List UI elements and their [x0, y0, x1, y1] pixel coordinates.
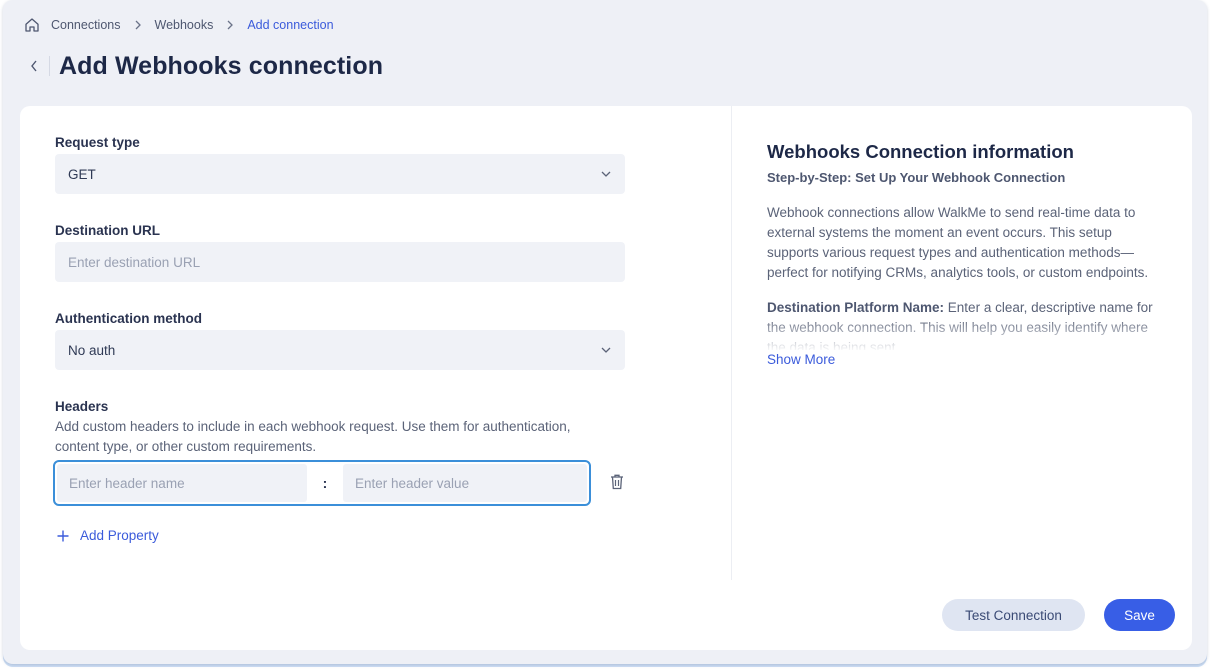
chevron-left-icon[interactable] — [25, 57, 43, 75]
header-name-input[interactable]: Enter header name — [57, 464, 307, 502]
breadcrumb-connections[interactable]: Connections — [51, 18, 121, 32]
chevron-right-icon — [131, 18, 145, 32]
info-title: Webhooks Connection information — [767, 141, 1074, 162]
platform-name-label: Destination Platform Name: — [767, 300, 945, 315]
add-property-label: Add Property — [80, 528, 159, 543]
auth-method-select[interactable]: No auth — [55, 330, 625, 370]
destination-url-label: Destination URL — [55, 223, 161, 238]
trash-icon[interactable] — [609, 473, 625, 491]
breadcrumb-webhooks[interactable]: Webhooks — [155, 18, 214, 32]
breadcrumb: Connections Webhooks Add connection — [24, 16, 334, 34]
request-type-value: GET — [68, 166, 96, 182]
chevron-down-icon — [599, 167, 613, 181]
info-subtitle: Step-by-Step: Set Up Your Webhook Connec… — [767, 170, 1066, 185]
header-value-placeholder: Enter header value — [355, 475, 470, 491]
request-type-select[interactable]: GET — [55, 154, 625, 194]
title-divider — [49, 56, 50, 76]
save-button[interactable]: Save — [1104, 599, 1175, 631]
panel-divider — [731, 106, 732, 580]
info-paragraph: Webhook connections allow WalkMe to send… — [767, 205, 1149, 280]
header-name-placeholder: Enter header name — [69, 475, 185, 491]
test-connection-button[interactable]: Test Connection — [942, 599, 1085, 631]
app-frame: Connections Webhooks Add connection Add … — [3, 0, 1207, 664]
plus-icon — [56, 529, 70, 543]
headers-label: Headers — [55, 399, 109, 414]
title-row: Add Webhooks connection — [25, 50, 383, 82]
breadcrumb-add-connection: Add connection — [247, 18, 334, 32]
connection-card: Request type GET Destination URL Enter d… — [20, 106, 1192, 650]
show-more-link[interactable]: Show More — [767, 352, 835, 367]
request-type-label: Request type — [55, 135, 140, 150]
auth-method-value: No auth — [68, 342, 116, 358]
headers-description: Add custom headers to include in each we… — [55, 419, 571, 454]
destination-url-placeholder: Enter destination URL — [68, 254, 201, 270]
page-title: Add Webhooks connection — [59, 51, 384, 80]
add-property-button[interactable]: Add Property — [56, 528, 159, 543]
header-separator: : — [322, 475, 328, 491]
header-row: Enter header name : Enter header value — [53, 460, 591, 506]
home-icon[interactable] — [24, 17, 40, 33]
info-platform-name: Destination Platform Name: Enter a clear… — [767, 298, 1167, 350]
chevron-right-icon — [223, 18, 237, 32]
chevron-down-icon — [599, 343, 613, 357]
destination-url-input[interactable]: Enter destination URL — [55, 242, 625, 282]
header-value-input[interactable]: Enter header value — [343, 464, 587, 502]
auth-method-label: Authentication method — [55, 311, 202, 326]
